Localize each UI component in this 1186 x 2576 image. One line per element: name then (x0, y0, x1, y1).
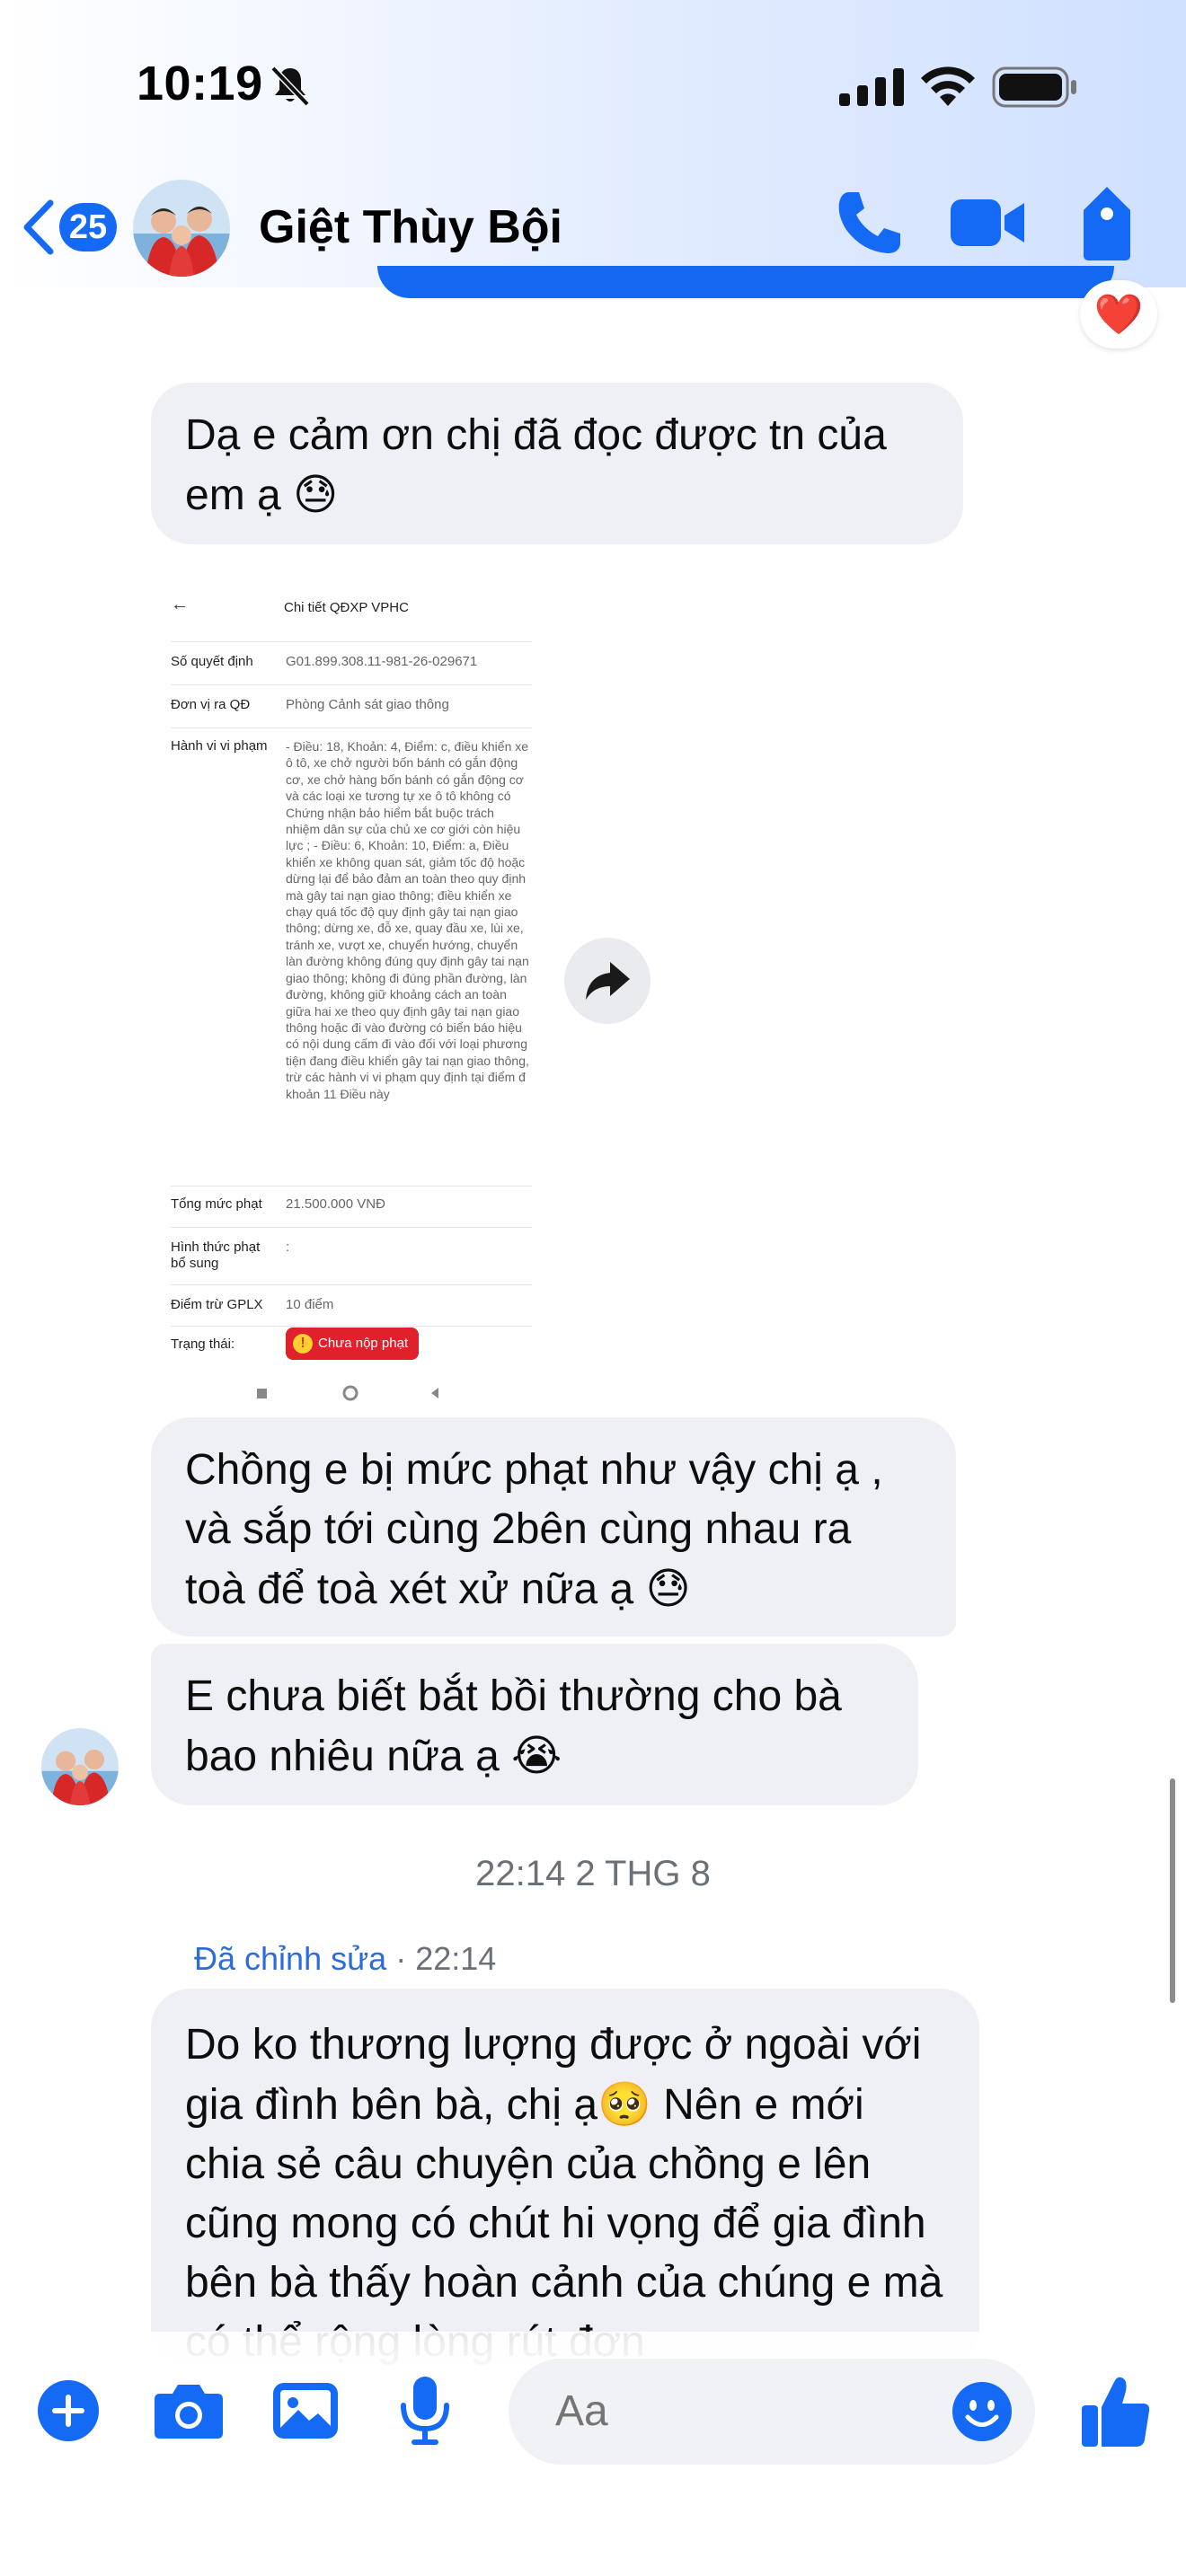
emoji: 😓 (645, 1564, 691, 1614)
image-attachment[interactable]: ← Chi tiết QĐXP VPHC Số quyết định G01.8… (151, 571, 552, 1407)
field-value: - Điều: 18, Khoản: 4, Điểm: c, điều khiể… (286, 739, 529, 1101)
field-row: Số quyết định G01.899.308.11-981-26-0296… (171, 654, 532, 674)
message-composer (0, 2353, 1186, 2470)
field-label: Đơn vị ra QĐ (171, 697, 251, 712)
phone-call-icon[interactable] (836, 189, 904, 257)
field-label: Tổng mức phạt (171, 1196, 262, 1212)
contact-avatar[interactable] (133, 180, 230, 277)
field-label: Điểm trừ GPLX (171, 1297, 263, 1312)
field-value: 10 điểm (286, 1297, 334, 1312)
status-badge-label: Chưa nộp phạt (318, 1336, 409, 1351)
image-back-arrow: ← (171, 595, 189, 614)
recent-apps-icon (257, 1389, 267, 1398)
field-row: Điểm trừ GPLX 10 điểm (171, 1297, 532, 1317)
emoji: 🥺 (597, 2079, 651, 2130)
edited-time: 22:14 (415, 1940, 497, 1977)
field-label: Số quyết định (171, 654, 253, 669)
scrollbar[interactable] (1170, 1778, 1175, 2003)
divider (171, 1227, 532, 1228)
field-label: Hành vi vi phạm (171, 738, 268, 754)
avatar-photo (41, 1728, 119, 1805)
image-title: Chi tiết QĐXP VPHC (284, 600, 409, 615)
contact-name[interactable]: Giệt Thùy Bội (259, 187, 562, 268)
divider (171, 684, 532, 685)
camera-icon (155, 2385, 223, 2439)
gallery-icon (273, 2383, 338, 2439)
microphone-icon (401, 2377, 449, 2445)
wifi-icon (921, 66, 975, 106)
message-text: Dạ e cảm ơn chị đã đọc được tn của em ạ (185, 411, 887, 519)
home-icon (342, 1385, 358, 1401)
forward-button[interactable] (564, 938, 651, 1024)
edited-label[interactable]: Đã chỉnh sửa · 22:14 (194, 1940, 496, 1978)
back-button[interactable]: 25 (20, 187, 128, 268)
microphone-button[interactable] (395, 2373, 455, 2448)
message-bubble[interactable]: Chồng e bị mức phạt như vậy chị ạ , và s… (151, 1417, 956, 1636)
warning-icon: ! (293, 1334, 313, 1354)
message-bubble[interactable]: Do ko thương lượng được ở ngoài với gia … (151, 1989, 979, 2366)
field-value: : (286, 1239, 290, 1255)
edited-text: Đã chỉnh sửa (194, 1940, 387, 1977)
avatar-photo (133, 180, 230, 277)
message-bubble[interactable]: E chưa biết bắt bồi thường cho bà bao nh… (151, 1644, 918, 1805)
field-value: 21.500.000 VNĐ (286, 1196, 385, 1212)
message-bubble[interactable]: Dạ e cảm ơn chị đã đọc được tn của em ạ … (151, 383, 963, 544)
tag-icon[interactable] (1078, 183, 1136, 262)
field-label: Trạng thái: (171, 1337, 235, 1352)
field-label: Hình thức phạt bổ sung (171, 1239, 261, 1271)
sender-avatar[interactable] (41, 1728, 119, 1805)
divider (171, 641, 532, 642)
field-row: Tổng mức phạt 21.500.000 VNĐ (171, 1196, 532, 1216)
unread-count-badge: 25 (59, 203, 117, 251)
emoji: 😭 (511, 1731, 562, 1781)
plus-icon (38, 2380, 99, 2441)
field-value: G01.899.308.11-981-26-029671 (286, 654, 478, 669)
thumbs-up-icon[interactable] (1080, 2373, 1152, 2448)
status-badge: ! Chưa nộp phạt (286, 1328, 420, 1360)
back-triangle-icon (431, 1388, 438, 1398)
message-timestamp: 22:14 2 THG 8 (475, 1854, 711, 1893)
field-value: Phòng Cảnh sát giao thông (286, 697, 449, 712)
status-bar: 10:19 (0, 0, 1186, 171)
divider (171, 1326, 532, 1327)
divider (171, 1284, 532, 1285)
chevron-left-icon (23, 199, 54, 255)
emoji-icon[interactable] (951, 2380, 1013, 2443)
cellular-signal-icon (839, 68, 904, 106)
heart-reaction[interactable]: ❤️ (1080, 280, 1157, 348)
heart-icon: ❤️ (1093, 292, 1144, 338)
video-call-icon[interactable] (951, 194, 1026, 251)
previous-sent-message-bubble[interactable] (377, 266, 1114, 298)
field-row: Hành vi vi phạm - Điều: 18, Khoản: 4, Đi… (171, 738, 532, 1159)
forward-arrow-icon (586, 962, 630, 1000)
emoji: 😓 (293, 470, 339, 520)
message-text: Chồng e bị mức phạt như vậy chị ạ , và s… (185, 1446, 883, 1613)
edited-separator: · (386, 1940, 416, 1977)
field-row: Đơn vị ra QĐ Phòng Cảnh sát giao thông (171, 697, 532, 717)
divider (171, 1186, 532, 1187)
field-row: Hình thức phạt bổ sung : (171, 1239, 532, 1275)
plus-button[interactable] (36, 2373, 101, 2448)
android-nav-bar (257, 1385, 438, 1401)
gallery-button[interactable] (271, 2373, 340, 2448)
camera-button[interactable] (153, 2373, 225, 2448)
status-time: 10:19 (137, 57, 263, 110)
bell-off-icon (270, 66, 310, 107)
battery-icon (992, 66, 1076, 108)
